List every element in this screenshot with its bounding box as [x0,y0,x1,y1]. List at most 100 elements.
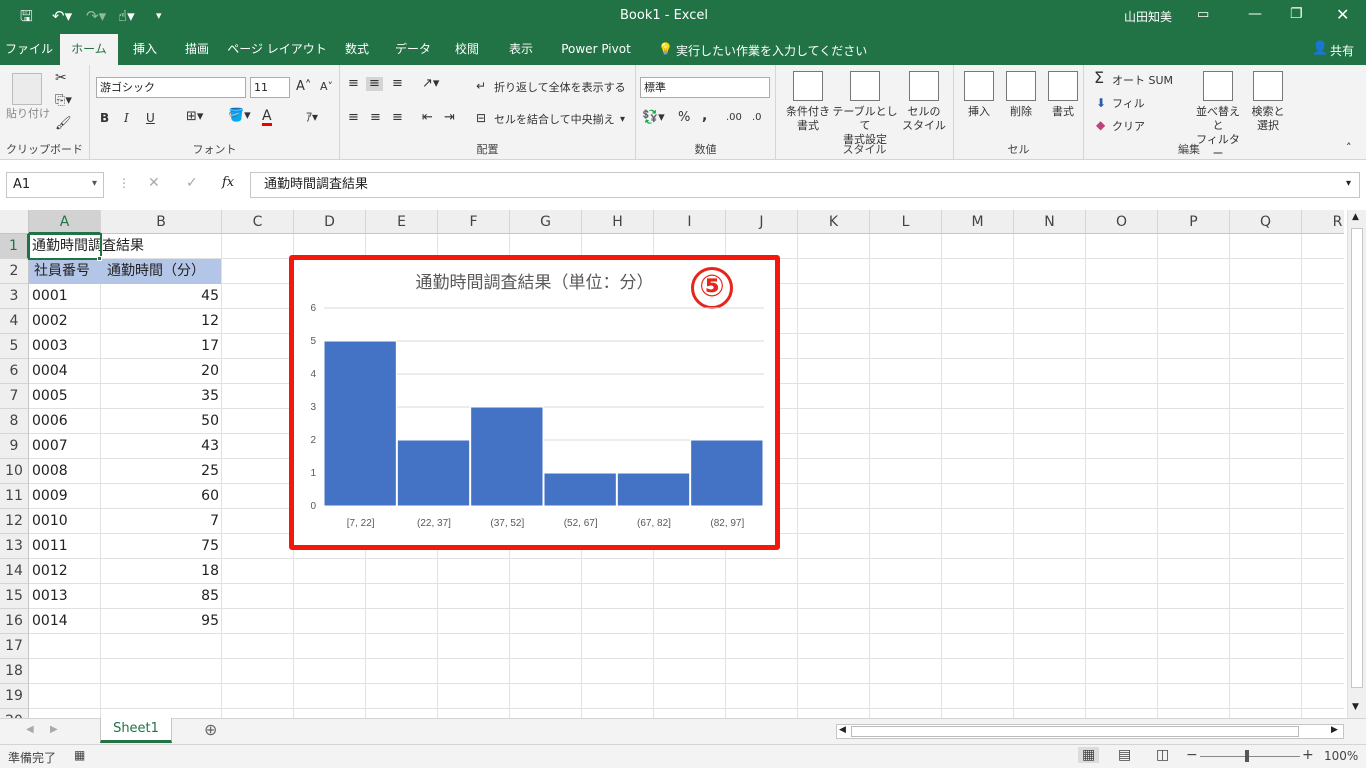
row-header-8[interactable]: 8 [0,409,29,434]
cell-commute-time[interactable]: 60 [101,484,222,509]
vertical-scrollbar[interactable]: ▲ ▼ [1347,210,1366,718]
row-header-18[interactable]: 18 [0,659,29,684]
sheet-tab-sheet1[interactable]: Sheet1 [100,718,172,743]
cell-employee-id[interactable]: 0011 [29,534,101,559]
cell-commute-time[interactable]: 7 [101,509,222,534]
row-header-12[interactable]: 12 [0,509,29,534]
align-bottom-icon[interactable]: ≡ [392,77,403,91]
copy-icon[interactable]: ⎘▾ [55,94,72,108]
cell-commute-time[interactable]: 12 [101,309,222,334]
column-header-b[interactable]: B [101,210,222,234]
cell-commute-time[interactable]: 25 [101,459,222,484]
tell-me-input[interactable]: 実行したい作業を入力してください [676,42,867,59]
fill-button[interactable]: フィル [1112,97,1145,111]
row-header-9[interactable]: 9 [0,434,29,459]
comma-button[interactable]: , [702,109,707,123]
histogram-chart[interactable]: 通勤時間調査結果（単位：分） ⑤ 0 1 2 3 4 5 6 [7, 22] (22, 37](… [289,255,780,550]
tab-page-layout[interactable]: ページ レイアウト [226,34,328,65]
cell-employee-id[interactable]: 0003 [29,334,101,359]
cell-employee-id[interactable]: 0008 [29,459,101,484]
horizontal-scroll-thumb[interactable] [851,726,1299,737]
name-box-dropdown-icon[interactable]: ▾ [92,178,97,189]
format-cells-button[interactable]: 書式 [1044,71,1082,119]
cell-employee-id[interactable]: 0010 [29,509,101,534]
column-header-a[interactable]: A [29,210,101,234]
decrease-font-icon[interactable]: A˅ [320,80,333,94]
row-header-7[interactable]: 7 [0,384,29,409]
row-header-6[interactable]: 6 [0,359,29,384]
zoom-slider-thumb[interactable] [1245,750,1249,762]
font-name-select[interactable]: 游ゴシック [96,77,246,98]
horizontal-scrollbar[interactable]: ◀ ▶ [836,724,1344,739]
delete-cells-button[interactable]: 削除 [1002,71,1040,119]
increase-decimal-icon[interactable]: .00 [726,111,742,125]
cell-commute-time[interactable]: 20 [101,359,222,384]
cell-styles-button[interactable]: セルの スタイル [898,71,950,133]
column-header-q[interactable]: Q [1230,210,1302,234]
page-break-view-icon[interactable]: ◫ [1156,747,1169,763]
save-icon[interactable]: 🖫 [20,8,33,24]
insert-cells-button[interactable]: 挿入 [960,71,998,119]
expand-formula-icon[interactable]: ▾ [1346,178,1351,189]
tab-power-pivot[interactable]: Power Pivot [552,34,640,65]
cell-commute-time[interactable]: 95 [101,609,222,634]
cell-commute-time[interactable]: 75 [101,534,222,559]
user-name[interactable]: 山田知美 [1124,8,1172,25]
tab-file[interactable]: ファイル [0,34,58,65]
row-header-2[interactable]: 2 [0,259,29,284]
cell-employee-id[interactable]: 0004 [29,359,101,384]
cell-employee-id[interactable]: 0006 [29,409,101,434]
autosum-button[interactable]: オート SUM [1112,74,1173,88]
column-header-h[interactable]: H [582,210,654,234]
scroll-up-icon[interactable]: ▲ [1352,212,1359,222]
cell-a2[interactable]: 社員番号 [31,259,103,284]
column-header-l[interactable]: L [870,210,942,234]
orientation-icon[interactable]: ↗▾ [422,77,439,91]
minimize-icon[interactable]: — [1248,6,1262,22]
ribbon-display-icon[interactable]: ▭ [1197,7,1209,22]
increase-indent-icon[interactable]: ⇥ [444,111,455,125]
cell-employee-id[interactable]: 0009 [29,484,101,509]
formula-input[interactable]: 通勤時間調査結果 [250,172,1360,198]
cell-employee-id[interactable]: 0014 [29,609,101,634]
normal-view-icon[interactable]: ▦ [1078,747,1100,763]
prev-sheet-icon[interactable]: ◀ [26,724,34,735]
align-middle-icon[interactable]: ≡ [366,77,383,91]
row-header-13[interactable]: 13 [0,534,29,559]
conditional-format-button[interactable]: 条件付き 書式 [780,71,836,133]
share-button[interactable]: 共有 [1330,42,1354,59]
restore-icon[interactable]: ❐ [1290,6,1303,22]
paste-icon[interactable] [12,73,42,105]
column-header-e[interactable]: E [366,210,438,234]
share-icon[interactable]: 👤 [1312,41,1328,56]
decrease-decimal-icon[interactable]: .0 [752,111,762,125]
row-header-20[interactable]: 20 [0,709,29,718]
column-header-n[interactable]: N [1014,210,1086,234]
row-header-19[interactable]: 19 [0,684,29,709]
font-size-select[interactable]: 11 [250,77,290,98]
phonetic-icon[interactable]: ｱ▾ [306,110,318,124]
cell-commute-time[interactable]: 17 [101,334,222,359]
find-select-button[interactable]: 検索と 選択 [1246,71,1290,133]
cell-employee-id[interactable]: 0012 [29,559,101,584]
decrease-indent-icon[interactable]: ⇤ [422,111,433,125]
cell-employee-id[interactable]: 0013 [29,584,101,609]
autosum-icon[interactable]: Σ [1094,70,1104,86]
scroll-down-icon[interactable]: ▼ [1352,702,1359,712]
name-box[interactable]: A1 [6,172,104,198]
number-format-select[interactable]: 標準 [640,77,770,98]
zoom-slider[interactable] [1200,756,1300,757]
fill-color-icon[interactable]: 🪣▾ [228,109,251,123]
cell-employee-id[interactable]: 0007 [29,434,101,459]
column-header-k[interactable]: K [798,210,870,234]
tab-insert[interactable]: 挿入 [122,34,168,65]
merge-dropdown-icon[interactable]: ▾ [620,113,625,127]
column-header-i[interactable]: I [654,210,726,234]
column-header-p[interactable]: P [1158,210,1230,234]
tab-draw[interactable]: 描画 [174,34,220,65]
row-header-15[interactable]: 15 [0,584,29,609]
close-icon[interactable]: ✕ [1336,5,1349,24]
align-right-icon[interactable]: ≡ [392,111,403,125]
tab-formulas[interactable]: 数式 [334,34,380,65]
currency-icon[interactable]: 💱▾ [642,111,665,125]
